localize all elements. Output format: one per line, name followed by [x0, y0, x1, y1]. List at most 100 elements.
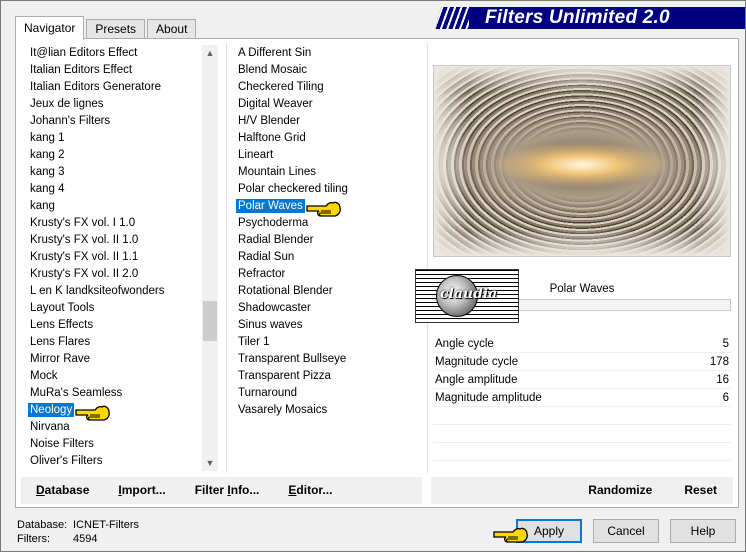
filter-item-label: Tiler 1: [238, 336, 270, 348]
param-label: Magnitude cycle: [435, 355, 519, 368]
filter-item[interactable]: Radial Sun: [235, 249, 430, 266]
reset-button[interactable]: Reset: [668, 477, 733, 504]
filter-item[interactable]: Tiler 1: [235, 334, 430, 351]
category-item-label: Italian Editors Generatore: [30, 81, 162, 93]
category-item[interactable]: Johann's Filters: [27, 113, 215, 130]
category-item[interactable]: MuRa's Seamless: [27, 385, 215, 402]
category-item[interactable]: kang 3: [27, 164, 215, 181]
category-item[interactable]: Krusty's FX vol. II 2.0: [27, 266, 215, 283]
filter-item-label: Radial Blender: [238, 234, 314, 246]
filter-item[interactable]: Shadowcaster: [235, 300, 430, 317]
category-item[interactable]: Lens Effects: [27, 317, 215, 334]
category-item-label: kang 2: [30, 149, 65, 161]
category-item[interactable]: Italian Editors Effect: [27, 62, 215, 79]
category-item[interactable]: Mock: [27, 368, 215, 385]
category-item[interactable]: Oliver's Filters: [27, 453, 215, 470]
category-item-label: MuRa's Seamless: [30, 387, 123, 399]
filter-item-label: Transparent Pizza: [238, 370, 331, 382]
category-item-label: L en K landksiteofwonders: [30, 285, 165, 297]
filter-item-label: Psychoderma: [238, 217, 309, 229]
filter-item[interactable]: Sinus waves: [235, 317, 430, 334]
category-item[interactable]: kang 4: [27, 181, 215, 198]
filter-item[interactable]: Vasarely Mosaics: [235, 402, 430, 419]
scroll-thumb[interactable]: [203, 301, 217, 341]
category-item-label: Lens Flares: [30, 336, 91, 348]
category-scrollbar[interactable]: ▲ ▼: [202, 45, 218, 471]
filter-item[interactable]: Radial Blender: [235, 232, 430, 249]
filter-item[interactable]: Digital Weaver: [235, 96, 430, 113]
category-item[interactable]: kang 2: [27, 147, 215, 164]
param-value: 5: [722, 337, 729, 350]
filter-item[interactable]: A Different Sin: [235, 45, 430, 62]
category-item-label: Krusty's FX vol. I 1.0: [30, 217, 136, 229]
category-item[interactable]: Layout Tools: [27, 300, 215, 317]
filter-item[interactable]: Halftone Grid: [235, 130, 430, 147]
pointing-hand-icon: [493, 526, 529, 544]
category-item[interactable]: Lens Flares: [27, 334, 215, 351]
database-button[interactable]: Database: [21, 477, 103, 504]
divider: [226, 43, 227, 473]
category-item-label: Neology: [28, 403, 75, 417]
randomize-button[interactable]: Randomize: [572, 477, 668, 504]
cancel-button[interactable]: Cancel: [593, 519, 659, 543]
category-item-label: Italian Editors Effect: [30, 64, 133, 76]
filter-item[interactable]: Refractor: [235, 266, 430, 283]
filter-item-label: Halftone Grid: [238, 132, 306, 144]
filter-item[interactable]: Transparent Bullseye: [235, 351, 430, 368]
database-info: Database: ICNET-Filters Filters: 4594: [17, 518, 139, 546]
filter-item[interactable]: Checkered Tiling: [235, 79, 430, 96]
param-label: Angle cycle: [435, 337, 494, 350]
category-item-label: Johann's Filters: [30, 115, 111, 127]
filter-item-label: Refractor: [238, 268, 286, 280]
param-label: Angle amplitude: [435, 373, 518, 386]
param-slider[interactable]: Magnitude amplitude 6: [433, 389, 731, 407]
help-button[interactable]: Help: [670, 519, 736, 543]
category-item-label: Mock: [30, 370, 58, 382]
tab-about[interactable]: About: [147, 19, 197, 39]
scroll-up-icon[interactable]: ▲: [202, 45, 218, 61]
filter-item-label: Digital Weaver: [238, 98, 313, 110]
category-item[interactable]: Krusty's FX vol. II 1.1: [27, 249, 215, 266]
filter-item-label: Blend Mosaic: [238, 64, 308, 76]
filter-info-button[interactable]: Filter Info...: [180, 477, 274, 504]
category-item[interactable]: L en K landksiteofwonders: [27, 283, 215, 300]
app-title-logo: Filters Unlimited 2.0: [435, 7, 745, 29]
scroll-down-icon[interactable]: ▼: [202, 455, 218, 471]
category-item[interactable]: Krusty's FX vol. I 1.0: [27, 215, 215, 232]
filter-item[interactable]: Lineart: [235, 147, 430, 164]
param-slider[interactable]: Magnitude cycle 178: [433, 353, 731, 371]
filter-item[interactable]: Rotational Blender: [235, 283, 430, 300]
category-item[interactable]: Neology: [27, 402, 215, 419]
category-item[interactable]: Italian Editors Generatore: [27, 79, 215, 96]
editor-button[interactable]: Editor...: [273, 477, 346, 504]
category-item[interactable]: It@lian Editors Effect: [27, 45, 215, 62]
filter-item[interactable]: Turnaround: [235, 385, 430, 402]
category-item[interactable]: Jeux de lignes: [27, 96, 215, 113]
filter-item[interactable]: Blend Mosaic: [235, 62, 430, 79]
category-list[interactable]: It@lian Editors Effect Italian Editors Ef…: [27, 45, 215, 471]
category-item[interactable]: Mirror Rave: [27, 351, 215, 368]
import-button[interactable]: Import...: [103, 477, 179, 504]
pointing-hand-icon: [75, 404, 111, 422]
filter-list[interactable]: A Different Sin Blend Mosaic Checkered Til…: [235, 45, 430, 471]
watermark-text: claudia: [440, 286, 498, 302]
category-item[interactable]: Krusty's FX vol. II 1.0: [27, 232, 215, 249]
filter-item[interactable]: Transparent Pizza: [235, 368, 430, 385]
filter-item[interactable]: H/V Blender: [235, 113, 430, 130]
filter-item-label: Transparent Bullseye: [238, 353, 347, 365]
category-item[interactable]: kang 1: [27, 130, 215, 147]
category-item[interactable]: Nirvana: [27, 419, 215, 436]
category-item-label: Oliver's Filters: [30, 455, 103, 467]
param-slider[interactable]: Angle amplitude 16: [433, 371, 731, 389]
tab-presets[interactable]: Presets: [86, 19, 146, 39]
param-slider[interactable]: Angle cycle 5: [433, 335, 731, 353]
filter-item-label: Mountain Lines: [238, 166, 316, 178]
filter-item[interactable]: Polar checkered tiling: [235, 181, 430, 198]
category-item[interactable]: kang: [27, 198, 215, 215]
tab-navigator[interactable]: Navigator: [15, 16, 85, 40]
tab-strip: Navigator Presets About: [15, 15, 198, 40]
filter-item[interactable]: Mountain Lines: [235, 164, 430, 181]
category-item[interactable]: Noise Filters: [27, 436, 215, 453]
filters-label: Filters:: [17, 533, 50, 545]
category-item-label: Krusty's FX vol. II 2.0: [30, 268, 139, 280]
